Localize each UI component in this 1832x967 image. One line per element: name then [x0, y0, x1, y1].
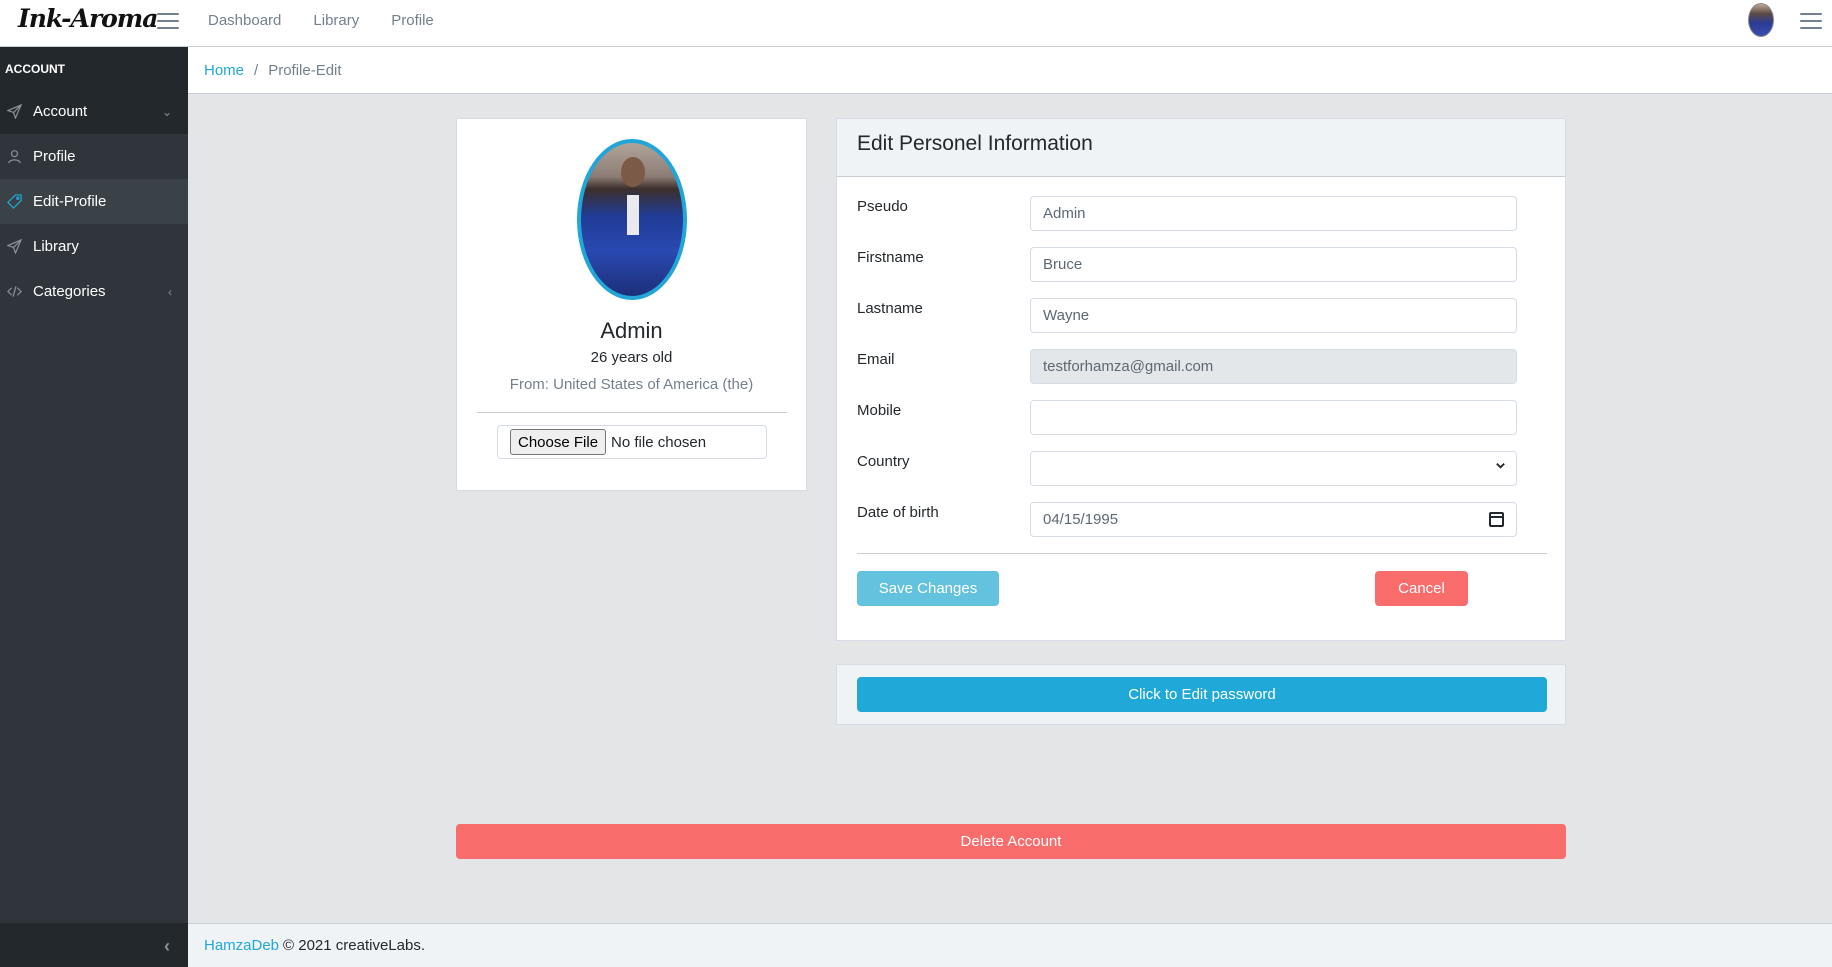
sidebar-item-label: Edit-Profile: [33, 193, 107, 210]
send-icon: [6, 238, 23, 255]
form-row-country: Country: [857, 451, 1517, 487]
form-row-lastname: Lastname Wayne: [857, 298, 1517, 334]
photo-file-input: Choose File No file chosen: [497, 425, 767, 459]
chevron-down-icon: [1495, 460, 1506, 474]
sidebar-item-account[interactable]: Account ⌄: [0, 89, 188, 134]
footer-author-link[interactable]: HamzaDeb: [204, 937, 279, 954]
delete-account-button[interactable]: Delete Account: [456, 824, 1566, 859]
file-status-text: No file chosen: [611, 433, 707, 451]
email-field: testforhamza@gmail.com: [1030, 349, 1517, 384]
send-icon: [6, 103, 23, 120]
breadcrumb-current: Profile-Edit: [268, 61, 342, 79]
sidebar-toggle-icon[interactable]: [157, 13, 179, 29]
date-of-birth-input[interactable]: 04/15/1995: [1030, 502, 1517, 537]
nav-link-dashboard[interactable]: Dashboard: [208, 12, 281, 29]
firstname-label: Firstname: [857, 249, 924, 266]
user-avatar[interactable]: [1748, 3, 1774, 37]
nav-link-library[interactable]: Library: [313, 12, 359, 29]
card-title: Edit Personel Information: [837, 119, 1565, 177]
app-header: Ink-Aroma Dashboard Library Profile: [0, 0, 1832, 47]
tag-icon: [6, 193, 23, 210]
profile-name: Admin: [600, 318, 663, 343]
form-row-pseudo: Pseudo Admin: [857, 196, 1517, 232]
chevron-down-icon: ⌄: [161, 104, 172, 119]
user-icon: [6, 148, 23, 165]
calendar-icon[interactable]: [1489, 512, 1504, 527]
profile-card: Admin 26 years old From: United States o…: [456, 118, 807, 491]
nav-link-profile[interactable]: Profile: [391, 12, 434, 29]
lastname-input[interactable]: Wayne: [1030, 298, 1517, 333]
date-of-birth-value: 04/15/1995: [1043, 511, 1119, 528]
form-row-firstname: Firstname Bruce: [857, 247, 1517, 283]
code-icon: [6, 283, 23, 300]
breadcrumb-separator: /: [254, 61, 259, 79]
sidebar-title: ACCOUNT: [0, 47, 188, 89]
sidebar-item-edit-profile[interactable]: Edit-Profile: [0, 179, 188, 224]
profile-age: 26 years old: [590, 349, 673, 366]
profile-photo: [577, 139, 687, 300]
form-row-date-of-birth: Date of birth 04/15/1995: [857, 502, 1517, 538]
breadcrumb-home-link[interactable]: Home: [204, 62, 244, 79]
sidebar-item-label: Categories: [33, 283, 106, 300]
choose-file-button[interactable]: Choose File: [510, 429, 607, 455]
edit-personal-info-card: Edit Personel Information Pseudo Admin F…: [836, 118, 1566, 641]
country-select[interactable]: [1030, 451, 1517, 486]
sidebar-item-categories[interactable]: Categories ‹: [0, 269, 188, 314]
pseudo-label: Pseudo: [857, 198, 908, 215]
footer-copyright: © 2021 creativeLabs.: [283, 937, 426, 954]
divider: [477, 412, 787, 413]
breadcrumb: Home / Profile-Edit: [188, 47, 1832, 94]
pseudo-input[interactable]: Admin: [1030, 196, 1517, 231]
aside-menu-toggle-icon[interactable]: [1800, 13, 1822, 29]
chevron-left-icon: ‹: [164, 936, 170, 956]
cancel-button[interactable]: Cancel: [1375, 571, 1468, 606]
sidebar-minimizer[interactable]: ‹: [0, 923, 188, 967]
profile-country: From: United States of America (the): [509, 376, 754, 393]
sidebar-item-label: Library: [33, 238, 79, 255]
edit-password-button[interactable]: Click to Edit password: [857, 677, 1547, 712]
top-nav: Dashboard Library Profile: [208, 0, 434, 40]
sidebar: ACCOUNT Account ⌄ Profile Edit-Profile L…: [0, 47, 188, 967]
mobile-label: Mobile: [857, 402, 902, 419]
divider: [857, 553, 1547, 554]
form-row-email: Email testforhamza@gmail.com: [857, 349, 1517, 385]
save-changes-button[interactable]: Save Changes: [857, 571, 999, 606]
sidebar-item-label: Account: [33, 103, 88, 120]
lastname-label: Lastname: [857, 300, 923, 317]
date-of-birth-label: Date of birth: [857, 504, 939, 521]
sidebar-item-label: Profile: [33, 148, 76, 165]
brand-logo[interactable]: Ink-Aroma: [18, 4, 158, 33]
mobile-input[interactable]: [1030, 400, 1517, 435]
footer: HamzaDeb © 2021 creativeLabs.: [188, 923, 1832, 967]
firstname-input[interactable]: Bruce: [1030, 247, 1517, 282]
chevron-left-icon: ‹: [168, 284, 172, 299]
country-label: Country: [857, 453, 910, 470]
form-row-mobile: Mobile: [857, 400, 1517, 436]
sidebar-item-library[interactable]: Library: [0, 224, 188, 269]
password-card: Click to Edit password: [836, 664, 1566, 725]
email-label: Email: [857, 351, 895, 368]
sidebar-item-profile[interactable]: Profile: [0, 134, 188, 179]
